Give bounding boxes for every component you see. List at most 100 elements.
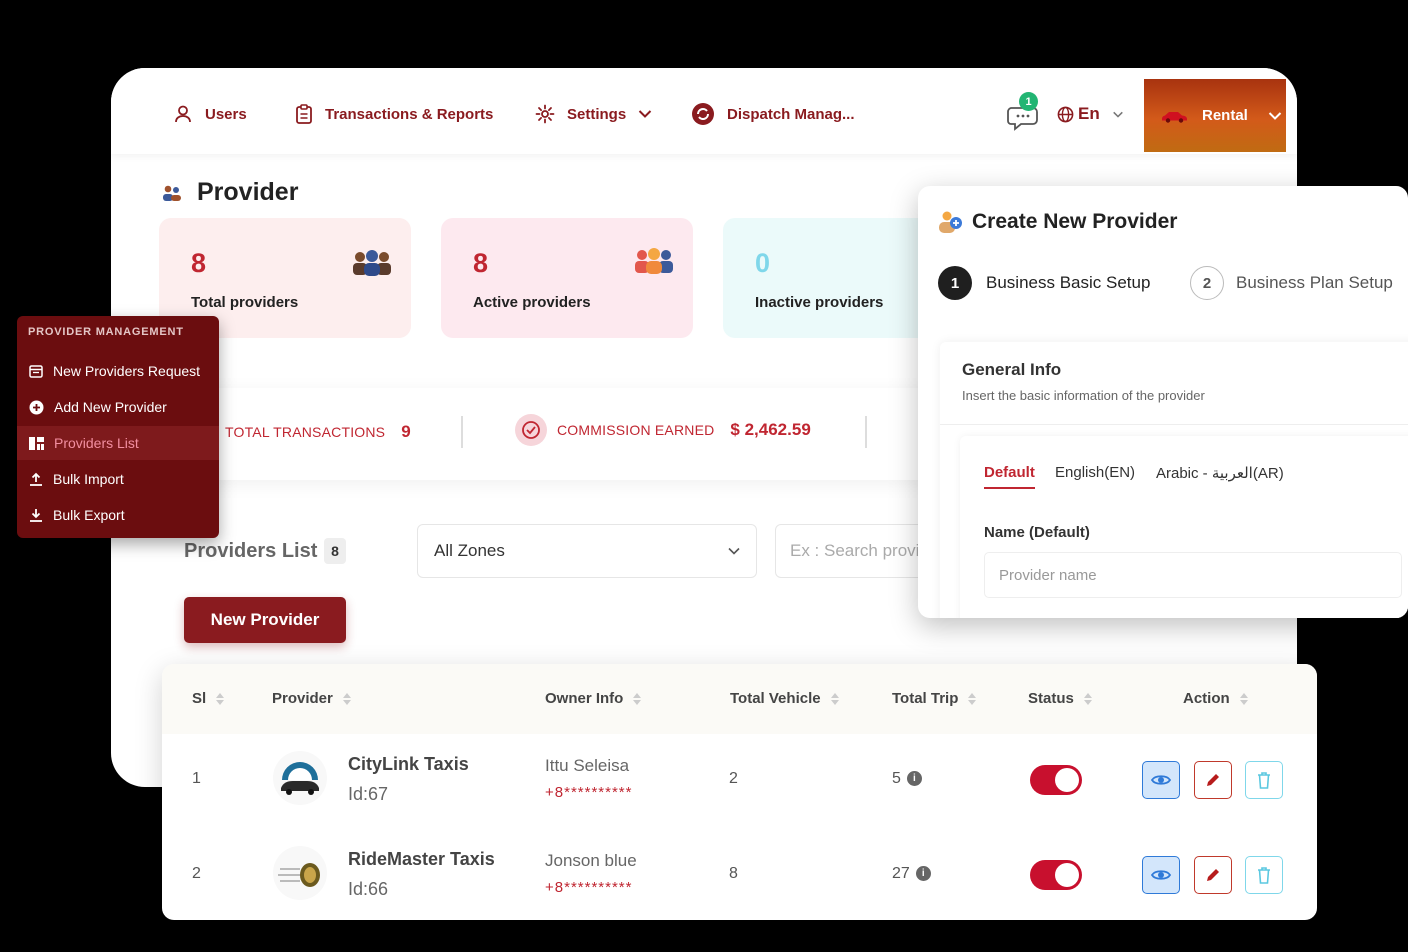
menu-item-label: Bulk Import — [53, 471, 124, 487]
column-header-label: Action — [1183, 690, 1230, 707]
stat-value: 8 — [191, 248, 207, 278]
section-description: Insert the basic information of the prov… — [962, 388, 1205, 403]
edit-button[interactable] — [1194, 761, 1232, 799]
total-vehicle: 8 — [729, 865, 738, 882]
column-header-action[interactable]: Action — [1183, 690, 1248, 707]
sort-icon — [633, 692, 642, 705]
upload-icon — [30, 472, 42, 486]
gear-icon — [535, 104, 555, 124]
menu-item-bulk-import[interactable]: Bulk Import — [17, 462, 219, 496]
eye-icon — [1151, 775, 1171, 785]
status-toggle[interactable] — [1030, 765, 1082, 795]
owner-name: Jonson blue — [545, 851, 637, 870]
pencil-icon — [1207, 869, 1219, 881]
column-header-owner-info[interactable]: Owner Info — [545, 690, 642, 707]
new-provider-button[interactable]: New Provider — [184, 597, 346, 643]
menu-title: PROVIDER MANAGEMENT — [28, 326, 184, 338]
language-selector[interactable]: En — [1057, 102, 1124, 126]
sort-icon — [1239, 692, 1248, 705]
menu-item-providers-list[interactable]: Providers List — [17, 426, 219, 460]
sort-icon — [342, 692, 351, 705]
nav-dispatch-management[interactable]: Dispatch Manag... — [691, 102, 891, 126]
provider-name-input[interactable]: Provider name — [984, 552, 1402, 598]
section-title: General Info — [962, 360, 1062, 379]
edit-button[interactable] — [1194, 856, 1232, 894]
top-navigation: Users Transactions & Reports Settings Di… — [111, 68, 1297, 154]
view-button[interactable] — [1142, 761, 1180, 799]
nav-users-label: Users — [205, 105, 247, 123]
menu-item-label: Add New Provider — [54, 399, 167, 415]
stat-label: Inactive providers — [755, 294, 884, 311]
tab-arabic[interactable]: Arabic - العربية(AR) — [1156, 464, 1284, 482]
owner-name: Ittu Seleisa — [545, 756, 630, 775]
menu-item-label: New Providers Request — [53, 363, 201, 379]
user-icon — [175, 105, 191, 123]
column-header-total-vehicle[interactable]: Total Vehicle — [730, 690, 839, 707]
providers-list-title: Providers List — [184, 540, 318, 562]
providers-count-badge: 8 — [324, 538, 346, 564]
provider-logo — [273, 751, 327, 805]
nav-settings-label: Settings — [567, 105, 627, 123]
table-row[interactable]: 2 RideMaster Taxis Id:66 Jonson blue +8*… — [162, 829, 1317, 920]
chat-button[interactable]: 1 — [1007, 92, 1041, 132]
sort-icon — [1083, 692, 1092, 705]
nav-users[interactable]: Users — [173, 102, 247, 126]
total-transactions: TOTAL TRANSACTIONS 9 — [225, 422, 411, 442]
check-circle-icon — [515, 414, 547, 446]
step-label: Business Plan Setup — [1236, 273, 1393, 292]
info-icon[interactable]: i — [906, 771, 922, 787]
provider-id: Id:67 — [348, 784, 389, 804]
total-trip: 5i — [892, 770, 922, 788]
rental-switcher[interactable]: Rental — [1144, 79, 1286, 152]
create-provider-panel: Create New Provider 1 Business Basic Set… — [918, 186, 1408, 618]
commission-value: $ 2,462.59 — [730, 420, 811, 439]
menu-item-add-new-provider[interactable]: Add New Provider — [17, 390, 219, 424]
total-transactions-value: 9 — [401, 422, 411, 441]
step-number: 1 — [938, 266, 972, 300]
delete-button[interactable] — [1245, 856, 1283, 894]
info-icon[interactable]: i — [915, 866, 931, 882]
column-header-provider[interactable]: Provider — [272, 690, 351, 707]
column-header-status[interactable]: Status — [1028, 690, 1092, 707]
delete-button[interactable] — [1245, 761, 1283, 799]
group-icon — [353, 250, 391, 276]
column-header-sl[interactable]: Sl — [192, 690, 225, 707]
name-label: Name (Default) — [984, 524, 1090, 541]
pencil-icon — [1207, 774, 1219, 786]
step-1[interactable]: 1 Business Basic Setup — [938, 266, 1150, 300]
view-button[interactable] — [1142, 856, 1180, 894]
step-label: Business Basic Setup — [986, 273, 1151, 292]
calendar-icon — [29, 365, 43, 378]
chat-badge: 1 — [1019, 92, 1038, 111]
chevron-down-icon — [728, 547, 740, 555]
step-2[interactable]: 2 Business Plan Setup — [1190, 266, 1393, 300]
panel-title: Create New Provider — [972, 210, 1178, 233]
globe-icon — [1057, 106, 1074, 122]
owner-phone: +8********** — [545, 784, 633, 801]
stat-value: 8 — [473, 248, 489, 278]
total-trip-value: 5 — [892, 770, 901, 787]
grid-icon — [29, 436, 44, 450]
tab-default[interactable]: Default — [984, 464, 1035, 489]
divider — [865, 416, 867, 448]
nav-dispatch-label: Dispatch Manag... — [727, 105, 855, 123]
nav-transactions-reports[interactable]: Transactions & Reports — [295, 102, 493, 126]
menu-item-label: Providers List — [54, 435, 139, 451]
chevron-down-icon — [638, 110, 652, 118]
commission-label: COMMISSION EARNED — [557, 422, 715, 438]
plus-circle-icon — [29, 400, 44, 414]
tab-english[interactable]: English(EN) — [1055, 464, 1135, 481]
column-header-total-trip[interactable]: Total Trip — [892, 690, 977, 707]
rental-label: Rental — [1202, 107, 1248, 124]
total-trip-value: 27 — [892, 865, 910, 882]
column-header-label: Owner Info — [545, 690, 624, 707]
menu-item-new-providers-request[interactable]: New Providers Request — [17, 354, 219, 388]
zone-select[interactable]: All Zones — [417, 524, 757, 578]
menu-item-bulk-export[interactable]: Bulk Export — [17, 498, 219, 532]
total-vehicle: 2 — [729, 770, 738, 787]
table-row[interactable]: 1 CityLink Taxis Id:67 Ittu Seleisa +8**… — [162, 734, 1317, 829]
status-toggle[interactable] — [1030, 860, 1082, 890]
stat-card-active-providers: 8 Active providers — [441, 218, 693, 338]
providers-table: Sl Provider Owner Info Total Vehicle Tot… — [162, 664, 1317, 920]
nav-settings[interactable]: Settings — [535, 102, 652, 126]
